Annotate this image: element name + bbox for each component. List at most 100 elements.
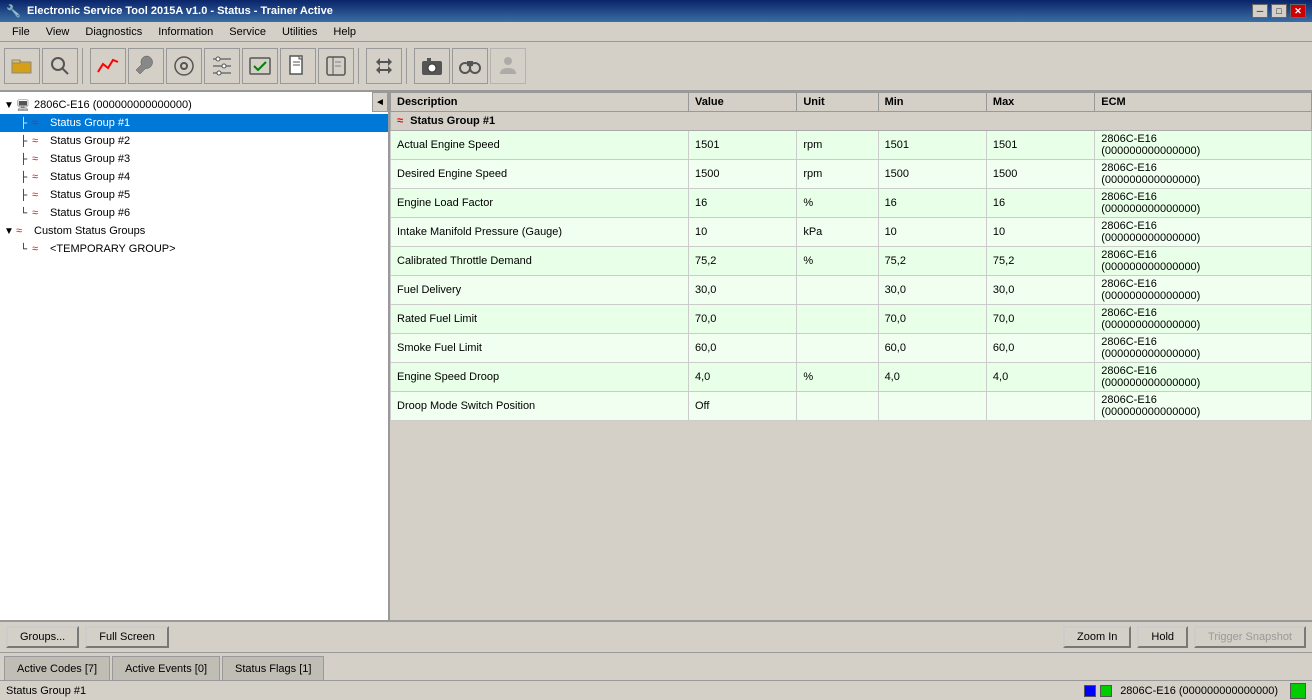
col-header-unit: Unit bbox=[797, 93, 878, 112]
group-header-cell: ≈ Status Group #1 bbox=[391, 112, 1312, 131]
statusbar: Status Group #1 2806C-E16 (0000000000000… bbox=[0, 680, 1312, 700]
tree-label-csg: Custom Status Groups bbox=[34, 225, 145, 237]
tree-item-sg5[interactable]: ├ ≈ Status Group #5 bbox=[0, 186, 388, 204]
menu-item-view[interactable]: View bbox=[38, 24, 78, 40]
table-cell: 30,0 bbox=[986, 276, 1094, 305]
tree-label-tg: <TEMPORARY GROUP> bbox=[50, 243, 176, 255]
titlebar-left: 🔧 Electronic Service Tool 2015A v1.0 - S… bbox=[6, 4, 333, 18]
expand-icon-root: ▼ bbox=[4, 100, 16, 111]
collapse-button[interactable]: ◄ bbox=[372, 92, 388, 112]
table-cell: 1500 bbox=[688, 160, 796, 189]
table-cell: 10 bbox=[878, 218, 986, 247]
minimize-button[interactable]: ─ bbox=[1252, 4, 1268, 18]
table-cell: Intake Manifold Pressure (Gauge) bbox=[391, 218, 689, 247]
menu-item-help[interactable]: Help bbox=[325, 24, 364, 40]
maximize-button[interactable]: □ bbox=[1271, 4, 1287, 18]
table-cell: 1501 bbox=[688, 131, 796, 160]
menu-item-information[interactable]: Information bbox=[150, 24, 221, 40]
tab-active-events-label: Active Events [0] bbox=[125, 663, 207, 675]
app-icon: 🔧 bbox=[6, 4, 21, 18]
tree-item-sg3[interactable]: ├ ≈ Status Group #3 bbox=[0, 150, 388, 168]
graph-toolbar-button[interactable] bbox=[90, 48, 126, 84]
table-cell: 2806C-E16 (000000000000000) bbox=[1095, 363, 1312, 392]
table-cell bbox=[797, 334, 878, 363]
toolbar-sep3 bbox=[406, 48, 410, 84]
status-indicator-large bbox=[1290, 683, 1306, 699]
close-button[interactable]: ✕ bbox=[1290, 4, 1306, 18]
tools-toolbar-button[interactable] bbox=[166, 48, 202, 84]
trigger-snapshot-button[interactable]: Trigger Snapshot bbox=[1194, 626, 1306, 648]
table-cell bbox=[986, 392, 1094, 421]
table-cell: 60,0 bbox=[688, 334, 796, 363]
table-cell: Actual Engine Speed bbox=[391, 131, 689, 160]
tree-label-sg2: Status Group #2 bbox=[50, 135, 130, 147]
table-row: Actual Engine Speed1501rpm150115012806C-… bbox=[391, 131, 1312, 160]
table-row: Smoke Fuel Limit60,060,060,02806C-E16 (0… bbox=[391, 334, 1312, 363]
fullscreen-button[interactable]: Full Screen bbox=[85, 626, 169, 648]
grid-header: Description Value Unit Min Max ECM bbox=[391, 93, 1312, 112]
table-cell: 70,0 bbox=[688, 305, 796, 334]
table-cell: 4,0 bbox=[878, 363, 986, 392]
table-row: Desired Engine Speed1500rpm150015002806C… bbox=[391, 160, 1312, 189]
wrench-toolbar-button[interactable] bbox=[128, 48, 164, 84]
grid-body: ≈ Status Group #1 Actual Engine Speed150… bbox=[391, 112, 1312, 421]
titlebar: 🔧 Electronic Service Tool 2015A v1.0 - S… bbox=[0, 0, 1312, 22]
hold-button[interactable]: Hold bbox=[1137, 626, 1188, 648]
tree-item-sg2[interactable]: ├ ≈ Status Group #2 bbox=[0, 132, 388, 150]
status-dot-green bbox=[1100, 685, 1112, 697]
camera-toolbar-button[interactable] bbox=[414, 48, 450, 84]
table-row: Engine Load Factor16%16162806C-E16 (0000… bbox=[391, 189, 1312, 218]
table-cell: 1500 bbox=[986, 160, 1094, 189]
table-cell: 16 bbox=[688, 189, 796, 218]
table-cell: kPa bbox=[797, 218, 878, 247]
document-toolbar-button[interactable] bbox=[280, 48, 316, 84]
person-toolbar-button[interactable] bbox=[490, 48, 526, 84]
table-row: Droop Mode Switch PositionOff2806C-E16 (… bbox=[391, 392, 1312, 421]
table-cell: Engine Load Factor bbox=[391, 189, 689, 218]
table-cell: rpm bbox=[797, 160, 878, 189]
table-cell: 16 bbox=[986, 189, 1094, 218]
table-cell: 1501 bbox=[986, 131, 1094, 160]
status-text: Status Group #1 bbox=[6, 685, 86, 697]
arrows-toolbar-button[interactable] bbox=[366, 48, 402, 84]
tree-item-sg6[interactable]: └ ≈ Status Group #6 bbox=[0, 204, 388, 222]
menu-item-utilities[interactable]: Utilities bbox=[274, 24, 325, 40]
tree-item-sg1[interactable]: ├ ≈ Status Group #1 bbox=[0, 114, 388, 132]
table-cell: 75,2 bbox=[878, 247, 986, 276]
table-cell: 75,2 bbox=[688, 247, 796, 276]
binoculars-toolbar-button[interactable] bbox=[452, 48, 488, 84]
table-cell: 75,2 bbox=[986, 247, 1094, 276]
left-panel: ◄ ▼ 🖥 2806C-E16 (000000000000000) ├ ≈ St… bbox=[0, 92, 390, 620]
zoom-in-button[interactable]: Zoom In bbox=[1063, 626, 1131, 648]
group-icon: ≈ bbox=[397, 115, 403, 127]
search-toolbar-button[interactable] bbox=[42, 48, 78, 84]
tree-label-sg6: Status Group #6 bbox=[50, 207, 130, 219]
tree-item-root[interactable]: ▼ 🖥 2806C-E16 (000000000000000) bbox=[0, 96, 388, 114]
tree-label-sg4: Status Group #4 bbox=[50, 171, 130, 183]
book-toolbar-button[interactable] bbox=[318, 48, 354, 84]
table-cell: Rated Fuel Limit bbox=[391, 305, 689, 334]
right-panel: Description Value Unit Min Max ECM ≈ Sta… bbox=[390, 92, 1312, 620]
tab-status-flags[interactable]: Status Flags [1] bbox=[222, 656, 324, 680]
data-grid: Description Value Unit Min Max ECM ≈ Sta… bbox=[390, 92, 1312, 421]
menu-item-service[interactable]: Service bbox=[221, 24, 274, 40]
menubar: FileViewDiagnosticsInformationServiceUti… bbox=[0, 22, 1312, 42]
groups-button[interactable]: Groups... bbox=[6, 626, 79, 648]
tree-item-sg4[interactable]: ├ ≈ Status Group #4 bbox=[0, 168, 388, 186]
menu-item-file[interactable]: File bbox=[4, 24, 38, 40]
table-cell: Smoke Fuel Limit bbox=[391, 334, 689, 363]
check-toolbar-button[interactable] bbox=[242, 48, 278, 84]
tree-item-csg[interactable]: ▼ ≈ Custom Status Groups bbox=[0, 222, 388, 240]
table-row: Intake Manifold Pressure (Gauge)10kPa101… bbox=[391, 218, 1312, 247]
main-container: ◄ ▼ 🖥 2806C-E16 (000000000000000) ├ ≈ St… bbox=[0, 92, 1312, 620]
table-cell: 2806C-E16 (000000000000000) bbox=[1095, 305, 1312, 334]
menu-item-diagnostics[interactable]: Diagnostics bbox=[77, 24, 150, 40]
connector-sg2: ├ bbox=[20, 136, 32, 147]
tab-active-events[interactable]: Active Events [0] bbox=[112, 656, 220, 680]
tab-active-codes[interactable]: Active Codes [7] bbox=[4, 656, 110, 680]
table-cell: Engine Speed Droop bbox=[391, 363, 689, 392]
settings2-toolbar-button[interactable] bbox=[204, 48, 240, 84]
tree-item-tg[interactable]: └ ≈ <TEMPORARY GROUP> bbox=[0, 240, 388, 258]
open-toolbar-button[interactable] bbox=[4, 48, 40, 84]
connector-sg5: ├ bbox=[20, 190, 32, 201]
